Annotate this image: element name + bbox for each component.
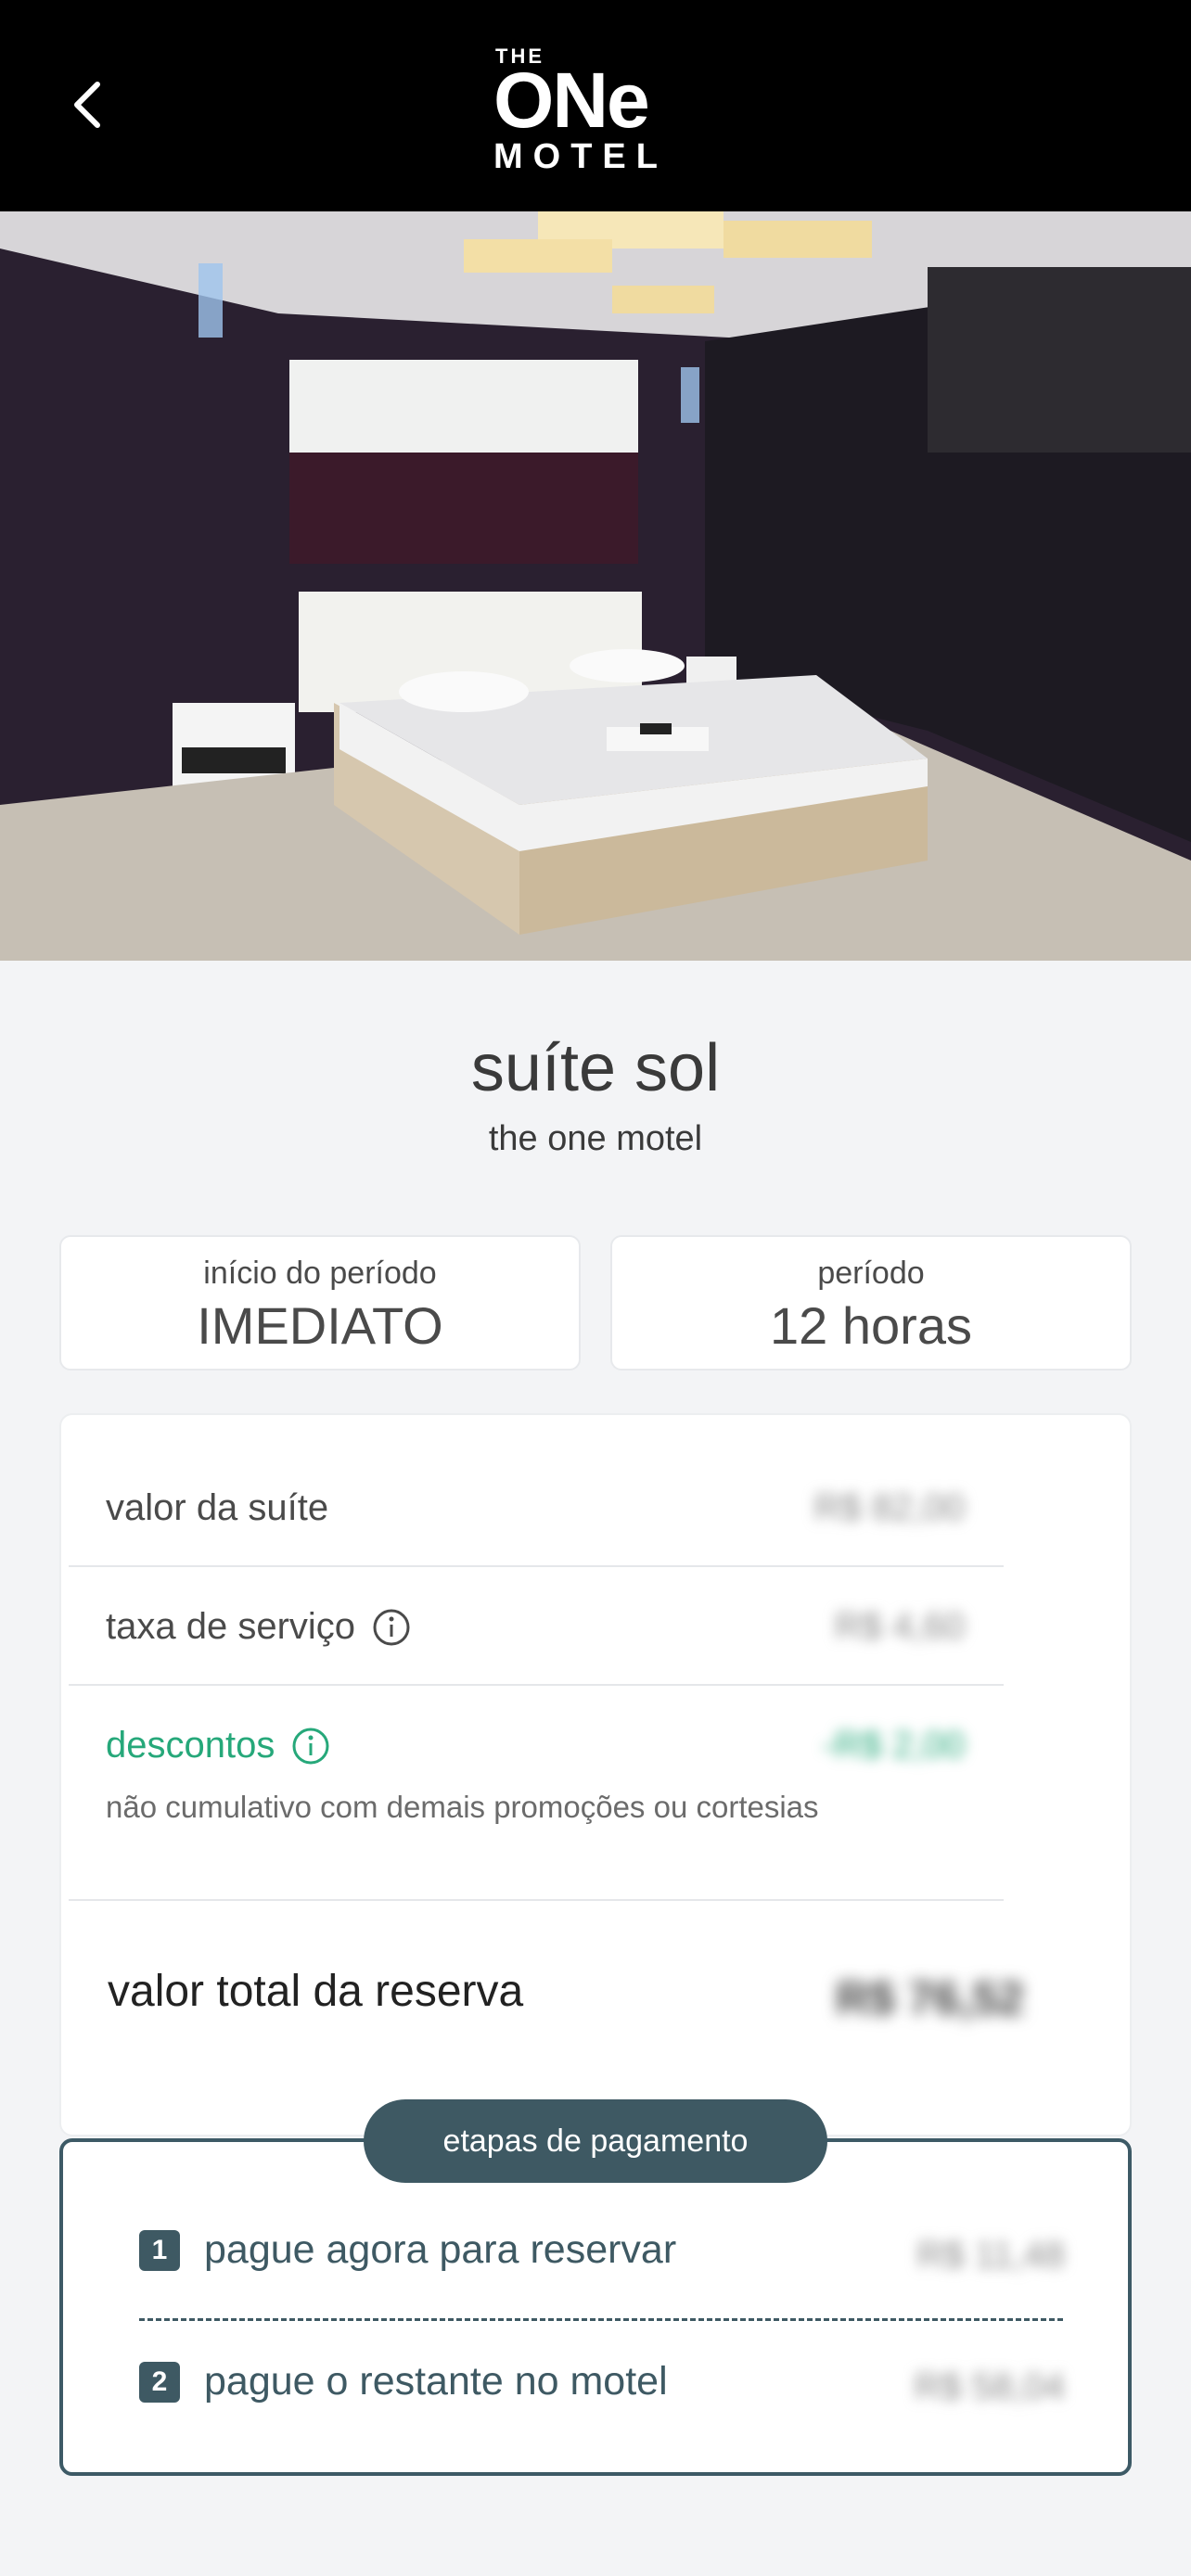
step-divider — [139, 2318, 1063, 2321]
total-label: valor total da reserva — [108, 1967, 524, 2016]
header-bar: THE ONe MOTEL — [0, 0, 1191, 211]
payment-steps-box — [59, 2138, 1132, 2476]
service-fee-amount: R$ 4,60 — [834, 1606, 965, 1647]
suite-subtitle: the one motel — [488, 1119, 703, 1158]
suite-photo — [0, 211, 1191, 961]
service-fee-row: taxa de serviço R$ 4,60 — [69, 1567, 1004, 1686]
step-number-badge: 2 — [139, 2361, 180, 2403]
suite-price-amount: R$ 82,00 — [813, 1487, 965, 1528]
period-label: período — [817, 1256, 925, 1291]
suite-price-row: valor da suíte R$ 82,00 — [69, 1448, 1004, 1567]
discount-note: não cumulativo com demais promoções ou c… — [106, 1790, 819, 1824]
step-label: pague agora para reservar — [204, 2227, 677, 2272]
total-amount: R$ 76,52 — [836, 1972, 1024, 2024]
info-icon[interactable] — [372, 1608, 411, 1647]
service-fee-label: taxa de serviço — [106, 1606, 411, 1648]
logo-motel: MOTEL — [493, 137, 668, 176]
service-fee-label-text: taxa de serviço — [106, 1606, 356, 1647]
chevron-left-icon — [74, 82, 100, 128]
step-number-badge: 1 — [139, 2229, 180, 2271]
discount-label-text: descontos — [106, 1725, 275, 1766]
back-button[interactable] — [54, 72, 119, 137]
suite-heading: suíte sol the one motel — [0, 1024, 1191, 1163]
start-period-value: IMEDIATO — [197, 1296, 443, 1355]
suite-title: suíte sol — [470, 1031, 721, 1105]
payment-steps-title: etapas de pagamento — [364, 2099, 827, 2183]
step-1-amount: R$ 11,48 — [916, 2235, 1065, 2276]
step-label: pague o restante no motel — [204, 2359, 668, 2404]
payment-step-2: 2 pague o restante no motel — [139, 2359, 668, 2404]
start-period-card: início do período IMEDIATO — [59, 1235, 581, 1371]
info-icon[interactable] — [291, 1727, 330, 1766]
logo-one: ONe — [493, 57, 650, 144]
step-2-amount: R$ 58,04 — [914, 2366, 1065, 2407]
suite-price-label-text: valor da suíte — [106, 1487, 329, 1528]
period-card: período 12 horas — [610, 1235, 1132, 1371]
discount-amount: -R$ 2,00 — [822, 1725, 965, 1766]
start-period-label: início do período — [203, 1256, 437, 1291]
payment-step-1: 1 pague agora para reservar — [139, 2227, 676, 2273]
discount-label: descontos — [106, 1725, 330, 1766]
suite-price-label: valor da suíte — [106, 1487, 328, 1529]
discount-row: descontos -R$ 2,00 não cumulativo com de… — [69, 1686, 1004, 1901]
period-value: 12 horas — [770, 1296, 972, 1355]
brand-logo: THE ONe MOTEL — [492, 28, 699, 176]
